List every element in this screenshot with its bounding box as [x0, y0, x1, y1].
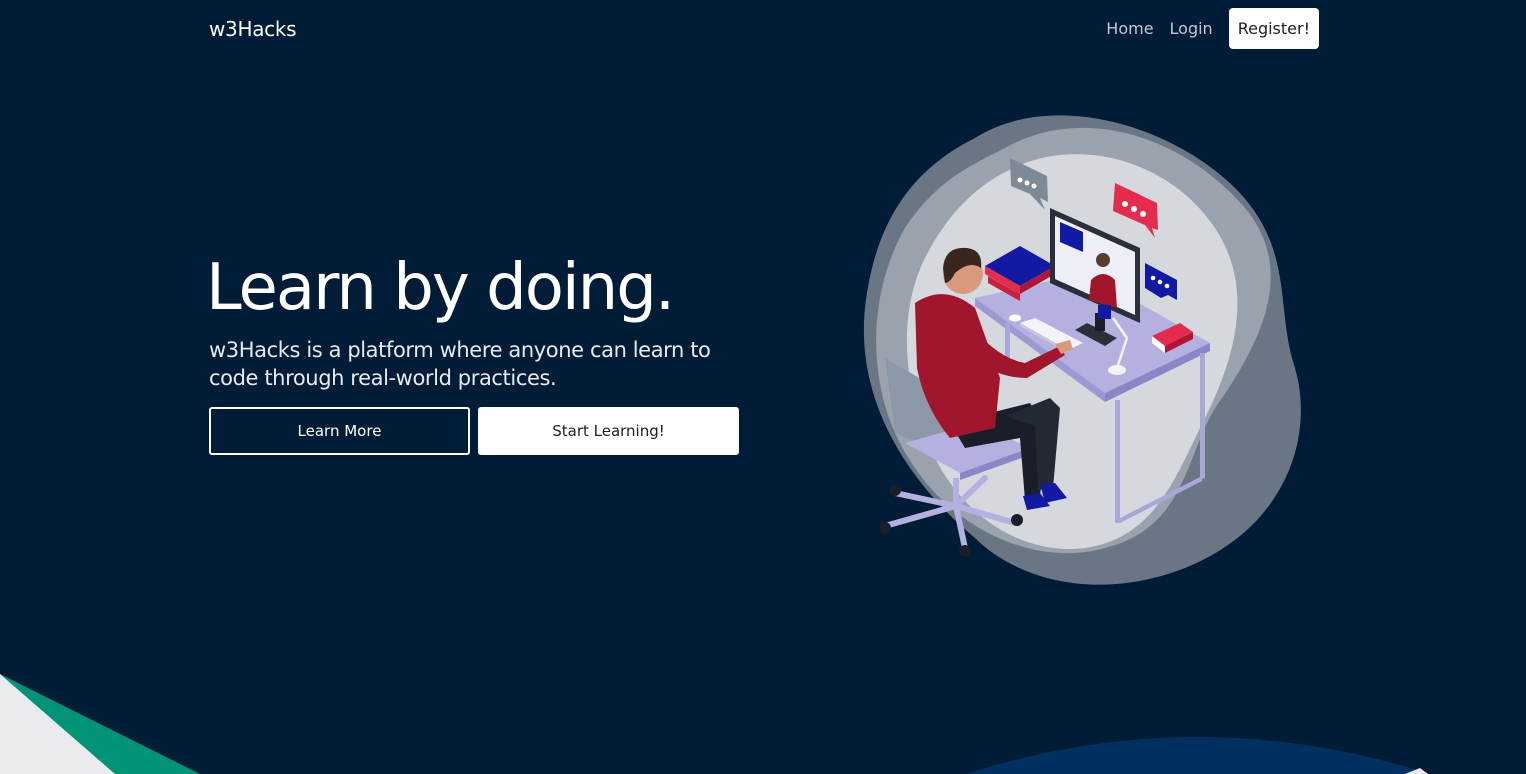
mouse: [1009, 314, 1021, 322]
white-corner-shape: [1405, 768, 1428, 774]
register-button[interactable]: Register!: [1228, 8, 1319, 49]
hero-headline: Learn by doing.: [206, 251, 675, 325]
green-triangle-shape: [0, 674, 200, 774]
hero-tagline: w3Hacks is a platform where anyone can l…: [209, 338, 711, 390]
start-learning-button[interactable]: Start Learning!: [478, 407, 739, 455]
nav-home-link[interactable]: Home: [1106, 8, 1153, 49]
person-at-computer-illustration: [863, 115, 1301, 585]
nav-login-link[interactable]: Login: [1170, 8, 1213, 49]
light-triangle-shape: [0, 674, 115, 774]
blue-arc-shape: [965, 737, 1430, 774]
top-nav: Home Login Register!: [1090, 8, 1319, 49]
page: w3Hacks Home Login Register! Learn by do…: [0, 0, 1526, 774]
brand-logo[interactable]: w3Hacks: [209, 15, 297, 43]
learn-more-button[interactable]: Learn More: [209, 407, 470, 455]
